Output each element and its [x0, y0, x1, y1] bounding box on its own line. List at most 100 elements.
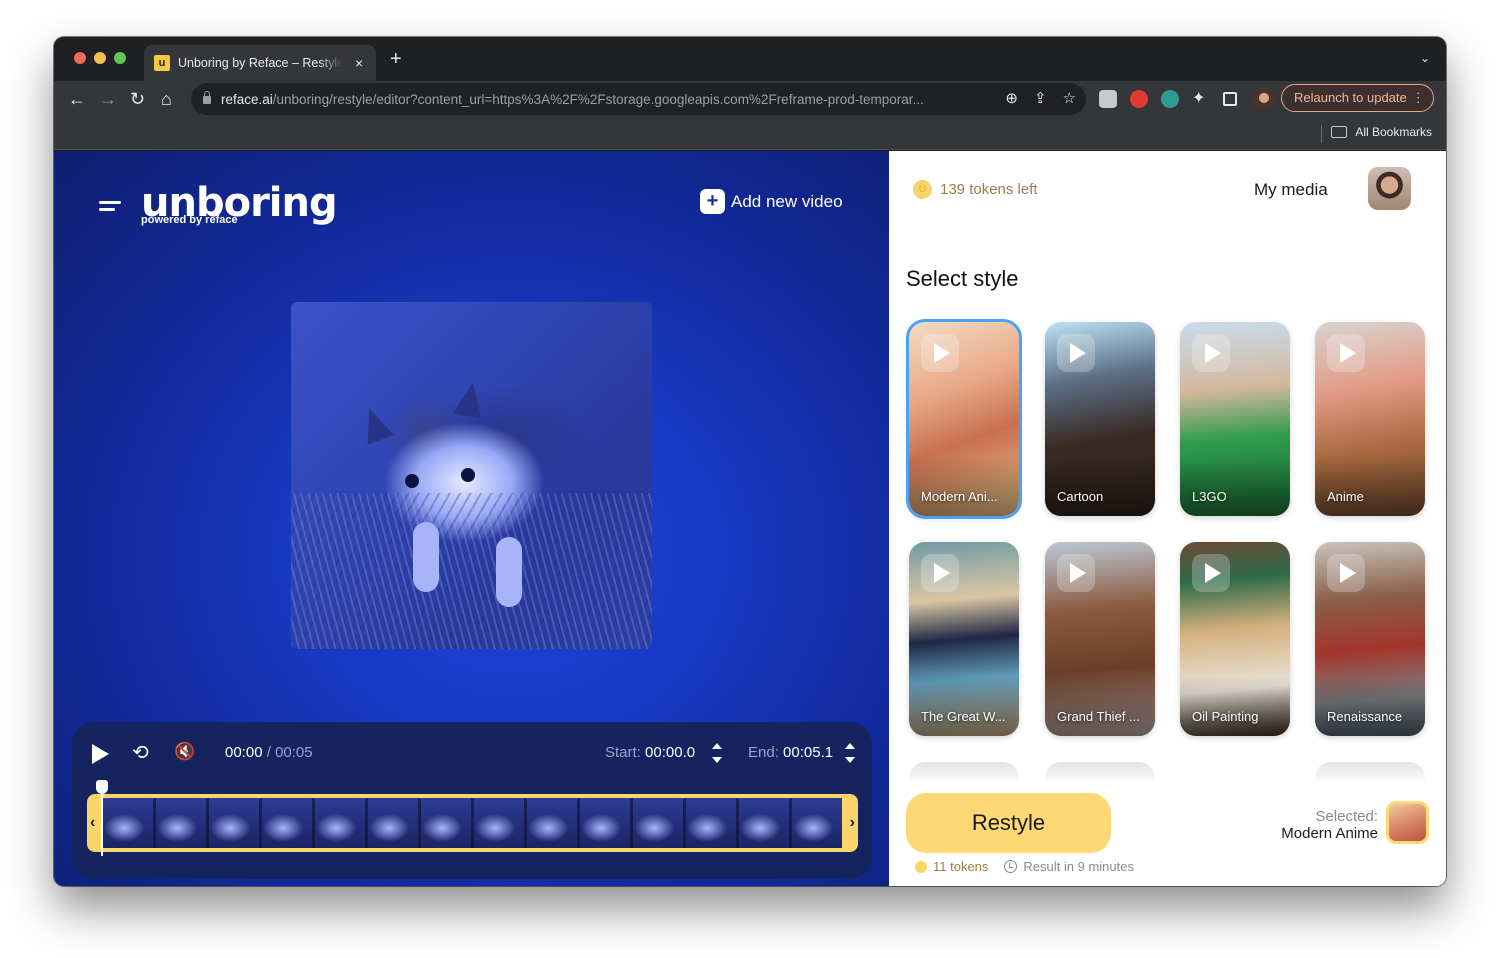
- loop-icon[interactable]: ⟲: [132, 740, 149, 765]
- token-coin-icon: [915, 860, 927, 873]
- tokens-balance: U 139 tokens left: [913, 180, 1038, 199]
- tokens-left-text: 139 tokens left: [940, 181, 1038, 198]
- playhead-line: [101, 792, 103, 856]
- end-time: End: 00:05.1: [748, 744, 833, 761]
- style-card-label: Modern Ani...: [921, 489, 998, 504]
- video-preview[interactable]: [291, 302, 652, 649]
- style-card-l3go[interactable]: L3GO: [1180, 322, 1290, 516]
- restyle-button[interactable]: Restyle: [906, 793, 1111, 853]
- url-path: /unboring/restyle/editor?content_url=htt…: [272, 91, 924, 107]
- url-host: reface.ai: [221, 91, 273, 107]
- start-stepper[interactable]: [712, 741, 722, 765]
- cat-eye: [461, 468, 475, 482]
- trim-timeline[interactable]: ‹ ›: [87, 794, 858, 852]
- reload-icon[interactable]: ↻: [130, 87, 145, 111]
- page-content: unboring powered by reface + Add new vid…: [54, 151, 1446, 886]
- close-window-button[interactable]: [74, 52, 86, 64]
- more-menu-icon[interactable]: ⋮: [1412, 85, 1425, 110]
- end-stepper[interactable]: [845, 741, 855, 765]
- end-value: 00:05.1: [783, 744, 834, 761]
- play-preview-icon[interactable]: [1327, 334, 1365, 372]
- all-bookmarks-label: All Bookmarks: [1355, 125, 1432, 139]
- minimize-window-button[interactable]: [94, 52, 106, 64]
- my-media-link[interactable]: My media: [1254, 180, 1328, 200]
- back-icon[interactable]: ←: [68, 87, 86, 111]
- style-card-label: Cartoon: [1057, 489, 1104, 504]
- hamburger-menu-icon[interactable]: [99, 201, 121, 215]
- play-preview-icon[interactable]: [1192, 334, 1230, 372]
- forward-icon[interactable]: →: [99, 87, 117, 111]
- style-card-renaissance[interactable]: Renaissance: [1315, 542, 1425, 736]
- restyle-cost: 11 tokens Result in 9 minutes: [915, 859, 1134, 874]
- style-card-cartoon[interactable]: Cartoon: [1045, 322, 1155, 516]
- url-text: reface.ai/unboring/restyle/editor?conten…: [221, 92, 924, 107]
- style-card-anime[interactable]: Anime: [1315, 322, 1425, 516]
- play-icon[interactable]: [92, 744, 109, 764]
- relaunch-label: Relaunch to update: [1294, 90, 1407, 105]
- browser-tab[interactable]: u Unboring by Reface – Restyle ×: [144, 45, 376, 81]
- play-preview-icon[interactable]: [921, 554, 959, 592]
- extension-profile-icon[interactable]: [1099, 90, 1117, 108]
- side-panel-icon[interactable]: [1223, 92, 1237, 106]
- adblock-extension-icon[interactable]: [1130, 90, 1148, 108]
- all-bookmarks-button[interactable]: All Bookmarks: [1331, 125, 1432, 139]
- token-coin-icon: U: [913, 180, 932, 199]
- play-preview-icon[interactable]: [1057, 334, 1095, 372]
- eta-text: Result in 9 minutes: [1023, 859, 1134, 874]
- bookmarks-divider: [1321, 125, 1322, 143]
- end-label: End:: [748, 744, 779, 761]
- cat-paw: [496, 537, 522, 607]
- extensions-puzzle-icon[interactable]: ✦: [1192, 88, 1210, 107]
- relaunch-to-update-button[interactable]: Relaunch to update ⋮: [1281, 84, 1434, 112]
- start-time: Start: 00:00.0: [605, 744, 695, 761]
- bookmark-star-icon[interactable]: ☆: [1063, 89, 1076, 107]
- style-card-label: L3GO: [1192, 489, 1227, 504]
- duration: 00:05: [275, 744, 313, 761]
- close-tab-icon[interactable]: ×: [355, 55, 363, 71]
- bookmarks-bar: All Bookmarks: [54, 117, 1446, 150]
- style-card-label: Anime: [1327, 489, 1364, 504]
- time-separator: /: [262, 744, 276, 761]
- play-preview-icon[interactable]: [1327, 554, 1365, 592]
- cloud-extension-icon[interactable]: [1161, 90, 1179, 108]
- video-editor: unboring powered by reface + Add new vid…: [54, 151, 889, 886]
- selected-style-info: Selected: Modern Anime: [1281, 808, 1378, 842]
- new-tab-button[interactable]: +: [390, 49, 402, 69]
- tab-search-chevron-icon[interactable]: ⌄: [1420, 51, 1430, 65]
- maximize-window-button[interactable]: [114, 52, 126, 64]
- browser-window: u Unboring by Reface – Restyle × + ⌄ ← →…: [54, 37, 1446, 886]
- selected-label: Selected:: [1315, 808, 1378, 825]
- lock-icon: [203, 91, 211, 104]
- cost-tokens: 11 tokens: [933, 859, 989, 874]
- tab-strip: u Unboring by Reface – Restyle × + ⌄: [54, 37, 1446, 81]
- style-card-label: Oil Painting: [1192, 709, 1259, 724]
- trim-start-handle[interactable]: ‹: [90, 814, 95, 832]
- add-new-video-label: Add new video: [731, 191, 843, 211]
- style-card-label: Grand Thief ...: [1057, 709, 1140, 724]
- play-preview-icon[interactable]: [1057, 554, 1095, 592]
- style-card-modern-anime[interactable]: Modern Ani...: [906, 319, 1022, 519]
- start-value: 00:00.0: [645, 744, 696, 761]
- mute-icon[interactable]: 🔇: [174, 742, 195, 762]
- play-preview-icon[interactable]: [921, 334, 959, 372]
- select-style-heading: Select style: [906, 266, 1019, 291]
- style-card-the-great-wave[interactable]: The Great W...: [909, 542, 1019, 736]
- home-icon[interactable]: ⌂: [161, 87, 172, 111]
- share-icon[interactable]: ⇪: [1034, 89, 1047, 107]
- style-card-label: Renaissance: [1327, 709, 1403, 724]
- style-card-grand-thief-auto[interactable]: Grand Thief ...: [1045, 542, 1155, 736]
- add-new-video-button[interactable]: + Add new video: [700, 189, 843, 214]
- cat-ear: [356, 403, 394, 445]
- address-bar[interactable]: reface.ai/unboring/restyle/editor?conten…: [191, 83, 1086, 115]
- user-avatar[interactable]: [1368, 167, 1411, 210]
- zoom-icon[interactable]: ⊕: [1005, 89, 1018, 107]
- play-preview-icon[interactable]: [1192, 554, 1230, 592]
- filmstrip-thumbnails: [103, 798, 842, 848]
- blanket-texture: [291, 492, 652, 649]
- style-card-oil-painting[interactable]: Oil Painting: [1180, 542, 1290, 736]
- browser-toolbar: ← → ↻ ⌂ reface.ai/unboring/restyle/edito…: [54, 81, 1446, 117]
- profile-avatar[interactable]: [1253, 88, 1275, 110]
- video-player-controls: ⟲ 🔇 00:00 / 00:05 Start: 00:00.0 End: 00…: [72, 722, 872, 879]
- playback-time: 00:00 / 00:05: [225, 744, 313, 761]
- trim-end-handle[interactable]: ›: [850, 814, 855, 832]
